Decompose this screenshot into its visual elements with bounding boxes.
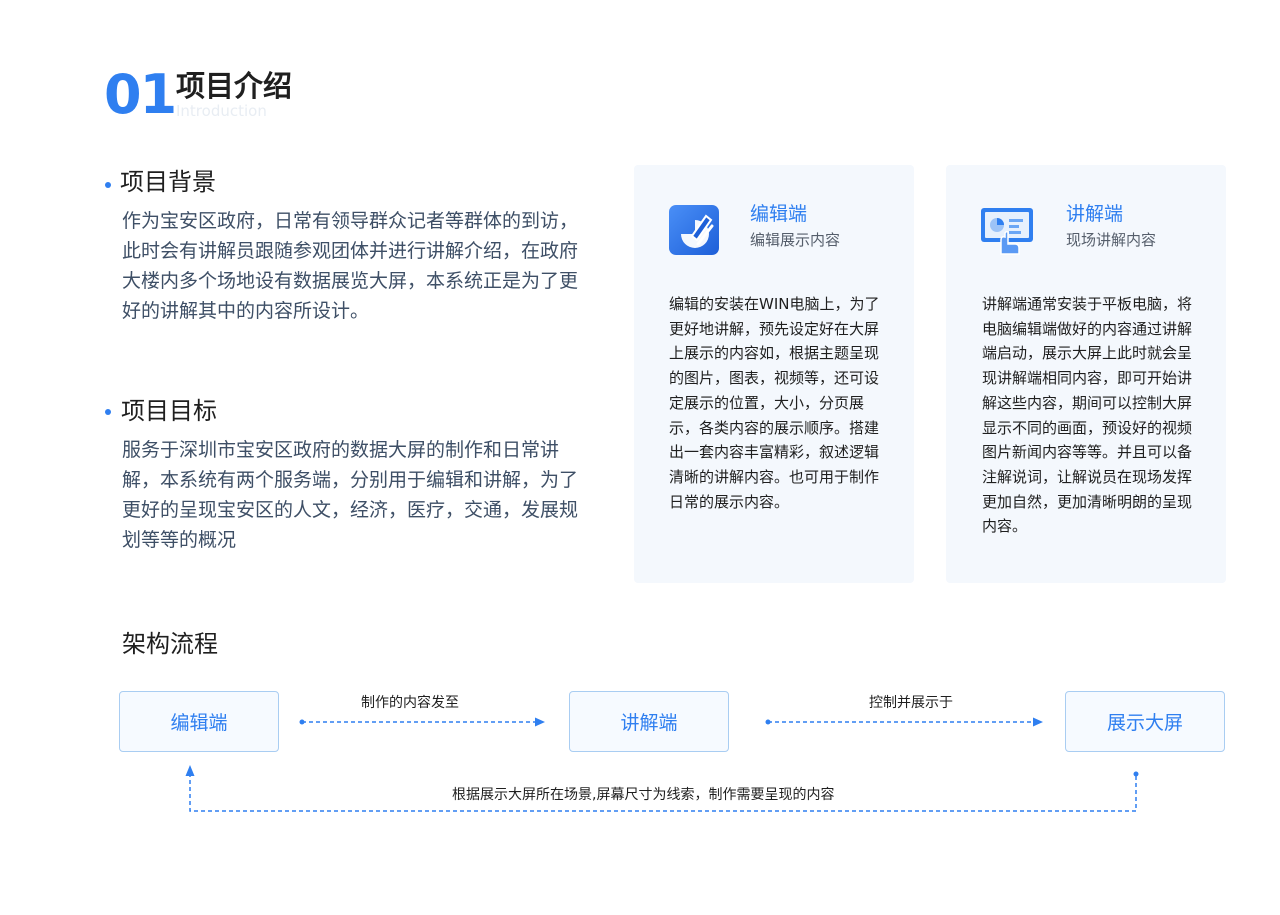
flow-connectors [185, 717, 1139, 812]
arrow1-label: 制作的内容发至 [361, 695, 459, 711]
flow-box-editor: 编辑端 [119, 691, 279, 752]
flow-box-screen: 展示大屏 [1065, 691, 1225, 752]
arrow2-label: 控制并展示于 [869, 695, 953, 711]
flow-box-presenter: 讲解端 [569, 691, 729, 752]
feedback-label: 根据展示大屏所在场景,屏幕尺寸为线索，制作需要呈现的内容 [452, 787, 835, 803]
